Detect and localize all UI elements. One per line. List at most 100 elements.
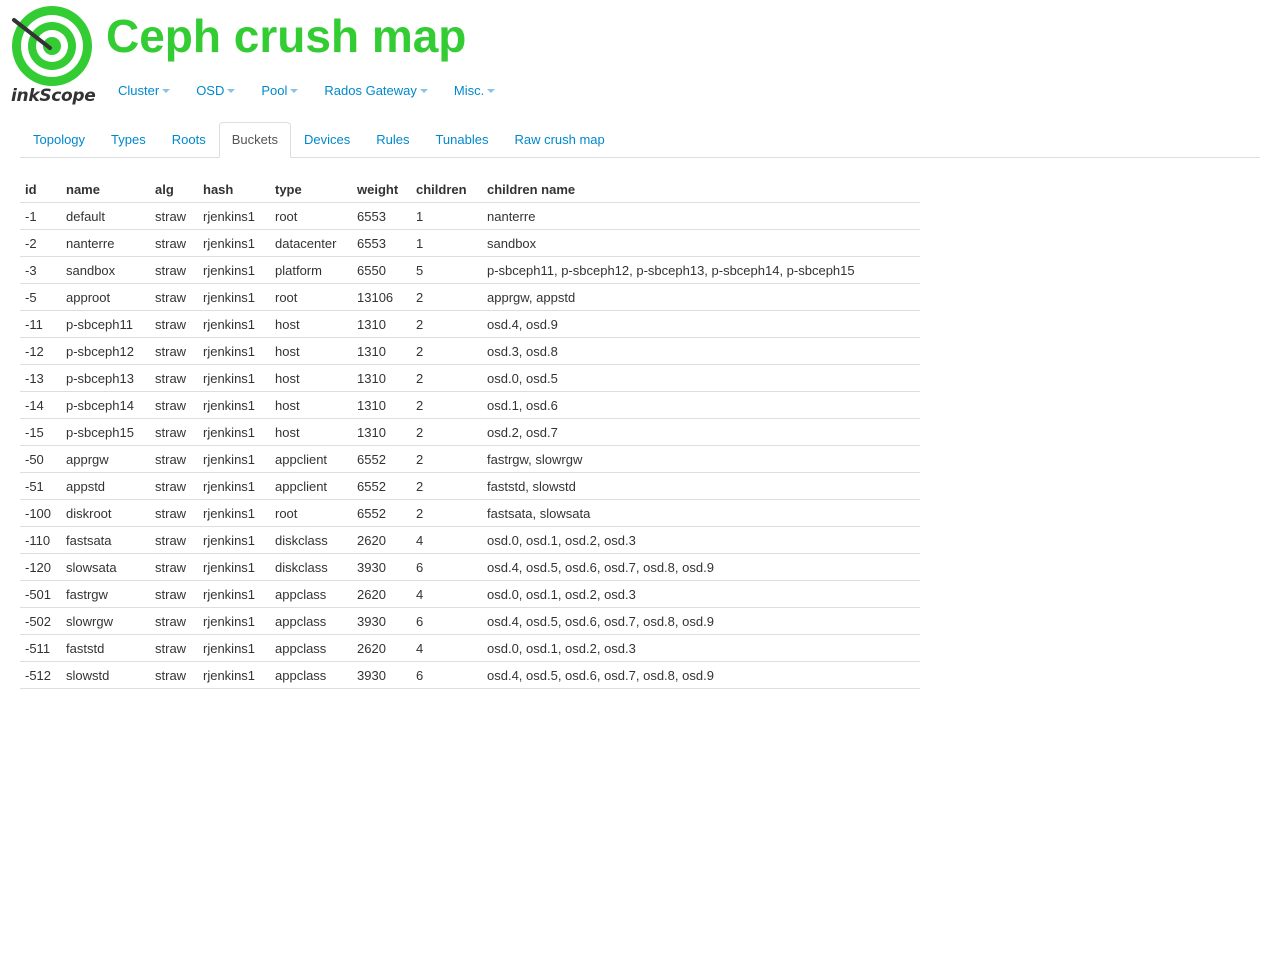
cell-type: appclass (270, 661, 352, 689)
page-title: Ceph crush map (106, 10, 467, 62)
tab-devices[interactable]: Devices (291, 122, 363, 157)
tab-roots[interactable]: Roots (159, 122, 219, 157)
cell-hash: rjenkins1 (198, 607, 270, 635)
menu-osd[interactable]: OSD (196, 83, 236, 98)
column-header-name: name (66, 181, 100, 197)
table-row: -502 slowrgw straw rjenkins1 appclass 3930 6 os… (20, 607, 920, 635)
cell-weight: 1310 (352, 337, 411, 365)
cell-alg: straw (150, 202, 198, 230)
menu-pool-label: Pool (261, 83, 288, 98)
cell-type: appclass (270, 607, 352, 635)
tab-raw-crush-map[interactable]: Raw crush map (501, 122, 617, 157)
cell-type: root (270, 283, 352, 311)
cell-children-name: osd.2, osd.7 (482, 418, 920, 446)
cell-hash: rjenkins1 (198, 499, 270, 527)
cell-alg: straw (150, 337, 198, 365)
cell-type: appclass (270, 634, 352, 662)
table-row: -15 p-sbceph15 straw rjenkins1 host 1310 2 osd.… (20, 418, 920, 446)
cell-name: slowstd (61, 661, 150, 689)
cell-children: 5 (411, 256, 482, 284)
cell-children: 6 (411, 553, 482, 581)
caret-down-icon (290, 89, 299, 93)
cell-weight: 3930 (352, 553, 411, 581)
menu-misc[interactable]: Misc. (453, 83, 496, 98)
column-header-children: children (416, 181, 467, 197)
table-row: -2 nanterre straw rjenkins1 datacenter 6553 1 s… (20, 229, 920, 257)
cell-hash: rjenkins1 (198, 634, 270, 662)
cell-hash: rjenkins1 (198, 445, 270, 473)
table-row: -50 apprgw straw rjenkins1 appclient 6552 2 fas… (20, 445, 920, 473)
tab-topology[interactable]: Topology (20, 122, 98, 157)
table-row: -11 p-sbceph11 straw rjenkins1 host 1310 2 osd.… (20, 310, 920, 338)
cell-children-name: osd.0, osd.1, osd.2, osd.3 (482, 526, 920, 554)
cell-children-name: apprgw, appstd (482, 283, 920, 311)
cell-name: appstd (61, 472, 150, 500)
cell-name: p-sbceph14 (61, 391, 150, 419)
cell-type: appclient (270, 445, 352, 473)
caret-down-icon (162, 89, 171, 93)
cell-children: 2 (411, 418, 482, 446)
cell-children: 2 (411, 499, 482, 527)
table-row: -5 approot straw rjenkins1 root 13106 2 apprgw,… (20, 283, 920, 311)
cell-children-name: osd.0, osd.5 (482, 364, 920, 392)
cell-children: 6 (411, 607, 482, 635)
cell-weight: 6552 (352, 472, 411, 500)
cell-children: 4 (411, 580, 482, 608)
cell-children: 2 (411, 337, 482, 365)
table-body: -1 default straw rjenkins1 root 6553 1 nanterre… (20, 202, 920, 689)
cell-name: p-sbceph13 (61, 364, 150, 392)
cell-alg: straw (150, 499, 198, 527)
tab-types[interactable]: Types (98, 122, 159, 157)
cell-hash: rjenkins1 (198, 391, 270, 419)
cell-children-name: osd.0, osd.1, osd.2, osd.3 (482, 634, 920, 662)
cell-id: -502 (20, 607, 61, 635)
cell-hash: rjenkins1 (198, 553, 270, 581)
cell-id: -12 (20, 337, 61, 365)
cell-alg: straw (150, 283, 198, 311)
cell-type: root (270, 202, 352, 230)
tab-rules[interactable]: Rules (363, 122, 422, 157)
cell-hash: rjenkins1 (198, 229, 270, 257)
cell-id: -511 (20, 634, 61, 662)
tab-buckets[interactable]: Buckets (218, 122, 291, 158)
table-row: -51 appstd straw rjenkins1 appclient 6552 2 fas… (20, 472, 920, 500)
cell-weight: 2620 (352, 634, 411, 662)
column-header-weight: weight (357, 181, 399, 197)
table-row: -3 sandbox straw rjenkins1 platform 6550 5 p-sb… (20, 256, 920, 284)
cell-alg: straw (150, 472, 198, 500)
cell-name: fastsata (61, 526, 150, 554)
cell-type: host (270, 391, 352, 419)
cell-weight: 6553 (352, 202, 411, 230)
cell-id: -14 (20, 391, 61, 419)
cell-alg: straw (150, 418, 198, 446)
cell-hash: rjenkins1 (198, 661, 270, 689)
cell-alg: straw (150, 391, 198, 419)
menu-pool[interactable]: Pool (261, 83, 299, 98)
cell-name: p-sbceph12 (61, 337, 150, 365)
table-row: -1 default straw rjenkins1 root 6553 1 nanterre (20, 202, 920, 230)
menu-rados-gateway[interactable]: Rados Gateway (324, 83, 428, 98)
table-header-row: id name alg hash type weight children ch… (20, 176, 920, 203)
cell-children-name: sandbox (482, 229, 920, 257)
tab-tunables[interactable]: Tunables (422, 122, 501, 157)
menu-misc-label: Misc. (453, 83, 485, 98)
cell-children: 2 (411, 445, 482, 473)
cell-type: host (270, 337, 352, 365)
cell-weight: 1310 (352, 364, 411, 392)
menu-cluster[interactable]: Cluster (118, 83, 171, 98)
cell-type: host (270, 310, 352, 338)
table-row: -110 fastsata straw rjenkins1 diskclass 2620 4… (20, 526, 920, 554)
cell-alg: straw (150, 607, 198, 635)
cell-id: -11 (20, 310, 61, 338)
inkscope-logo: inkScope (8, 4, 98, 108)
cell-hash: rjenkins1 (198, 310, 270, 338)
cell-name: default (61, 202, 150, 230)
cell-weight: 3930 (352, 661, 411, 689)
cell-hash: rjenkins1 (198, 580, 270, 608)
cell-weight: 3930 (352, 607, 411, 635)
cell-weight: 13106 (352, 283, 411, 311)
cell-hash: rjenkins1 (198, 526, 270, 554)
caret-down-icon (419, 89, 428, 93)
table-row: -512 slowstd straw rjenkins1 appclass 3930 6 os… (20, 661, 920, 689)
cell-weight: 1310 (352, 391, 411, 419)
